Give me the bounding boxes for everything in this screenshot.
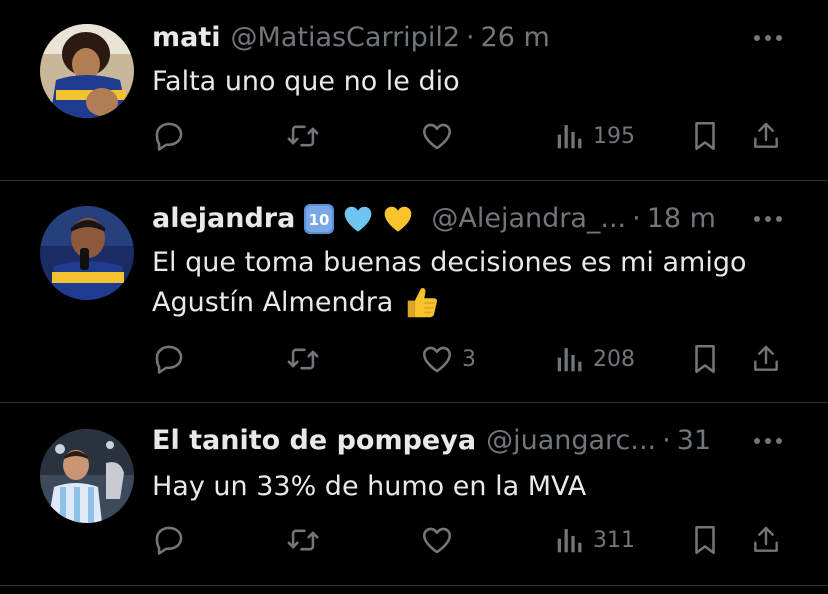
more-button[interactable] [748,23,788,53]
bookmark-button[interactable] [690,339,720,379]
like-button[interactable]: 3 [420,339,476,379]
avatar[interactable] [40,206,134,300]
avatar[interactable] [40,24,134,118]
more-button[interactable] [748,426,788,456]
bookmark-icon [695,525,715,555]
like-icon [422,123,452,150]
author-name[interactable]: mati [152,20,221,56]
reply-icon [155,345,183,374]
tweet[interactable]: alejandra 10 @Alejandra_... · 18 m El qu… [0,181,828,403]
reply-button[interactable] [152,520,194,560]
reply-icon [155,526,183,555]
separator-dot: · [632,203,641,234]
views-button[interactable]: 311 [555,520,635,560]
tweet-text-line: Hay un 33% de humo en la MVA [152,471,587,502]
bookmark-button[interactable] [690,116,720,156]
views-button[interactable]: 195 [555,116,635,156]
more-icon [754,216,782,222]
views-icon [557,125,582,149]
more-icon [754,438,782,444]
tweet-text-line: El que toma buenas decisiones es mi amig… [152,247,747,278]
reply-icon [155,122,183,151]
tweet-header: alejandra 10 @Alejandra_... · 18 m [152,201,718,237]
author-name[interactable]: El tanito de pompeya [152,423,476,459]
retweet-icon [287,348,319,370]
author-handle[interactable]: @juangarc... [486,423,656,459]
share-button[interactable] [750,339,782,379]
action-bar: 311 [0,520,828,560]
tweet-header: mati @MatiasCarripil2 · 26 m [152,20,718,56]
timestamp[interactable]: 31 m [677,423,718,459]
like-icon [422,527,452,554]
tweet[interactable]: mati @MatiasCarripil2 · 26 m Falta uno q… [0,0,828,181]
retweet-icon [287,529,319,551]
yellow-heart-emoji [385,206,412,232]
like-button[interactable] [420,116,462,156]
tweet-header: El tanito de pompeya @juangarc... · 31 m [152,423,718,459]
separator-dot: · [662,425,671,456]
light-blue-heart-emoji [345,206,372,232]
like-count: 3 [462,346,476,372]
share-icon [754,345,778,371]
views-count: 195 [593,123,635,149]
views-count: 311 [593,527,635,553]
retweet-icon [287,125,319,147]
timestamp[interactable]: 26 m [481,20,550,56]
retweet-button[interactable] [286,339,328,379]
keycap-ten-emoji: 10 [304,204,335,234]
bookmark-icon [695,344,715,374]
tweet-feed: mati @MatiasCarripil2 · 26 m Falta uno q… [0,0,828,594]
bookmark-button[interactable] [690,520,720,560]
action-bar: 195 [0,116,828,156]
bookmark-icon [695,121,715,151]
name-emojis: 10 [303,203,421,235]
tweet-text-line: Falta uno que no le dio [152,66,460,97]
like-button[interactable] [420,520,462,560]
author-handle[interactable]: @MatiasCarripil2 [231,20,461,56]
views-count: 208 [593,346,635,372]
tweet-text-line-content: Agustín Almendra [152,287,394,318]
like-icon [422,346,452,373]
share-icon [754,122,778,148]
reply-button[interactable] [152,116,194,156]
author-name[interactable]: alejandra [152,201,295,237]
action-bar: 3 208 [0,339,828,379]
tweet[interactable]: El tanito de pompeya @juangarc... · 31 m… [0,403,828,586]
tweet-text: El que toma buenas decisiones es mi amig… [152,243,788,323]
retweet-button[interactable] [286,116,328,156]
more-icon [754,35,782,41]
retweet-button[interactable] [286,520,328,560]
timestamp[interactable]: 18 m [647,201,716,237]
svg-text:10: 10 [309,211,330,229]
share-button[interactable] [750,116,782,156]
views-icon [557,529,582,553]
tweet-text: Hay un 33% de humo en la MVA [152,467,788,507]
views-icon [557,348,582,372]
separator-dot: · [466,22,475,53]
more-button[interactable] [748,204,788,234]
tweet-text-line: Agustín Almendra [152,283,788,323]
share-icon [754,526,778,552]
share-button[interactable] [750,520,782,560]
avatar[interactable] [40,429,134,523]
reply-button[interactable] [152,339,194,379]
tweet-text: Falta uno que no le dio [152,62,788,102]
thumbs-up-emoji [408,287,438,318]
author-handle[interactable]: @Alejandra_... [431,201,626,237]
views-button[interactable]: 208 [555,339,635,379]
